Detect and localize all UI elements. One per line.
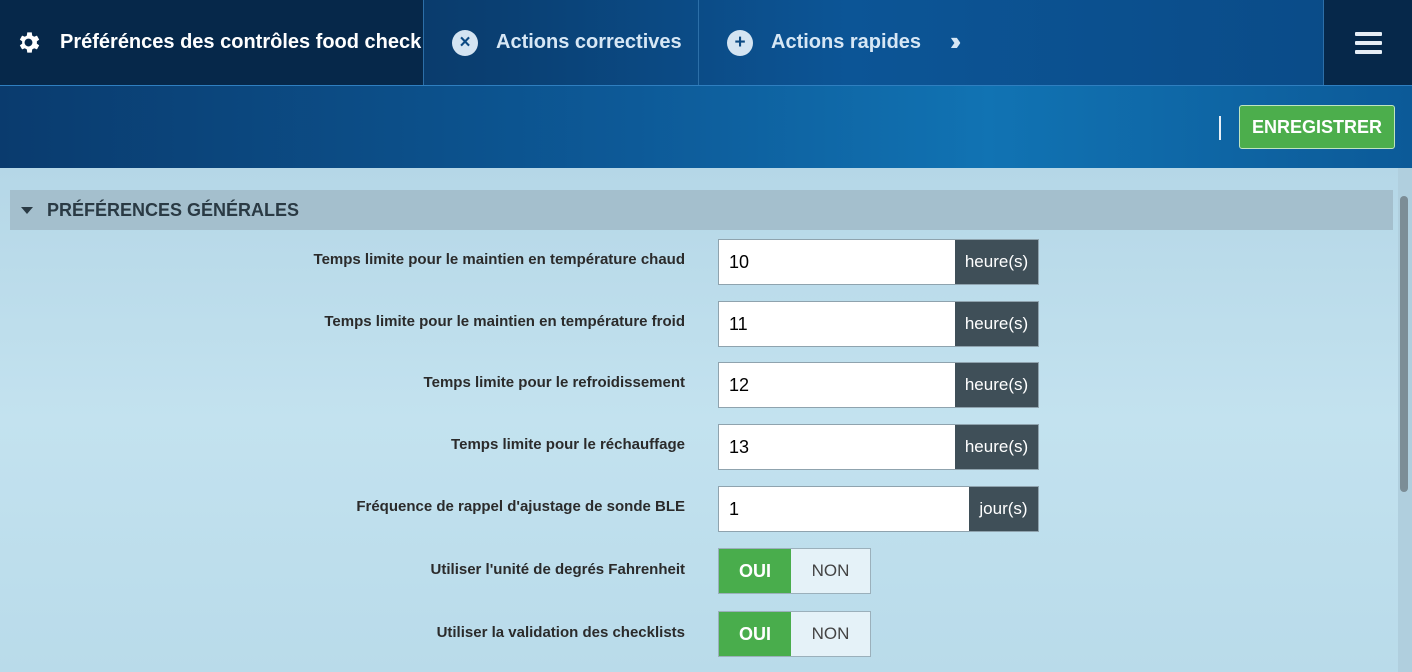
close-circle-icon: × [452,29,478,56]
header-band [0,86,1412,168]
tab-label: Actions rapides [771,31,922,53]
fahrenheit-toggle[interactable]: OUI NON [718,548,871,594]
cold-hold-limit-field[interactable]: 11 heure(s) [718,301,1039,347]
gear-icon [15,29,42,56]
unit-label: heure(s) [955,302,1038,346]
tab-corrective-actions[interactable]: × Actions correctives [424,0,699,85]
double-chevron-right-icon[interactable]: ›› [950,26,962,57]
tab-label: Actions correctives [496,31,682,53]
unit-label: heure(s) [955,240,1038,284]
toolbar-divider [1219,116,1221,140]
unit-label: jour(s) [969,487,1038,531]
section-title: PRÉFÉRENCES GÉNÉRALES [47,199,300,220]
section-header-general[interactable]: PRÉFÉRENCES GÉNÉRALES [10,190,1393,230]
hot-hold-limit-field[interactable]: 10 heure(s) [718,239,1039,285]
caret-down-icon [21,206,33,214]
toggle-no-option[interactable]: NON [791,612,870,656]
plus-circle-icon: + [727,29,753,56]
field-label: Temps limite pour le maintien en tempéra… [324,313,685,330]
field-label: Temps limite pour le refroidissement [423,374,685,391]
reheating-limit-field[interactable]: 13 heure(s) [718,424,1039,470]
hamburger-icon [1355,27,1382,59]
reheating-limit-input[interactable]: 13 [719,425,955,469]
ble-probe-reminder-field[interactable]: 1 jour(s) [718,486,1039,532]
tab-food-check-preferences[interactable]: Préférénces des contrôles food check [0,0,424,85]
toggle-yes-option[interactable]: OUI [719,549,791,593]
field-label: Temps limite pour le maintien en tempéra… [313,251,685,268]
scrollbar-thumb[interactable] [1400,196,1408,492]
unit-label: heure(s) [955,425,1038,469]
cold-hold-limit-input[interactable]: 11 [719,302,955,346]
unit-label: heure(s) [955,363,1038,407]
save-button[interactable]: ENREGISTRER [1239,105,1395,149]
tab-label: Préférénces des contrôles food check [60,31,422,53]
checklist-validation-toggle[interactable]: OUI NON [718,611,871,657]
ble-probe-reminder-input[interactable]: 1 [719,487,969,531]
hot-hold-limit-input[interactable]: 10 [719,240,955,284]
tab-quick-actions[interactable]: + Actions rapides [699,0,1019,85]
toggle-label: Utiliser la validation des checklists [436,624,685,641]
field-label: Temps limite pour le réchauffage [451,436,685,453]
hamburger-menu-button[interactable] [1323,0,1412,85]
toggle-no-option[interactable]: NON [791,549,870,593]
toggle-label: Utiliser l'unité de degrés Fahrenheit [430,561,685,578]
main-content [0,168,1412,672]
toggle-yes-option[interactable]: OUI [719,612,791,656]
cooling-limit-input[interactable]: 12 [719,363,955,407]
field-label: Fréquence de rappel d'ajustage de sonde … [356,498,685,515]
cooling-limit-field[interactable]: 12 heure(s) [718,362,1039,408]
